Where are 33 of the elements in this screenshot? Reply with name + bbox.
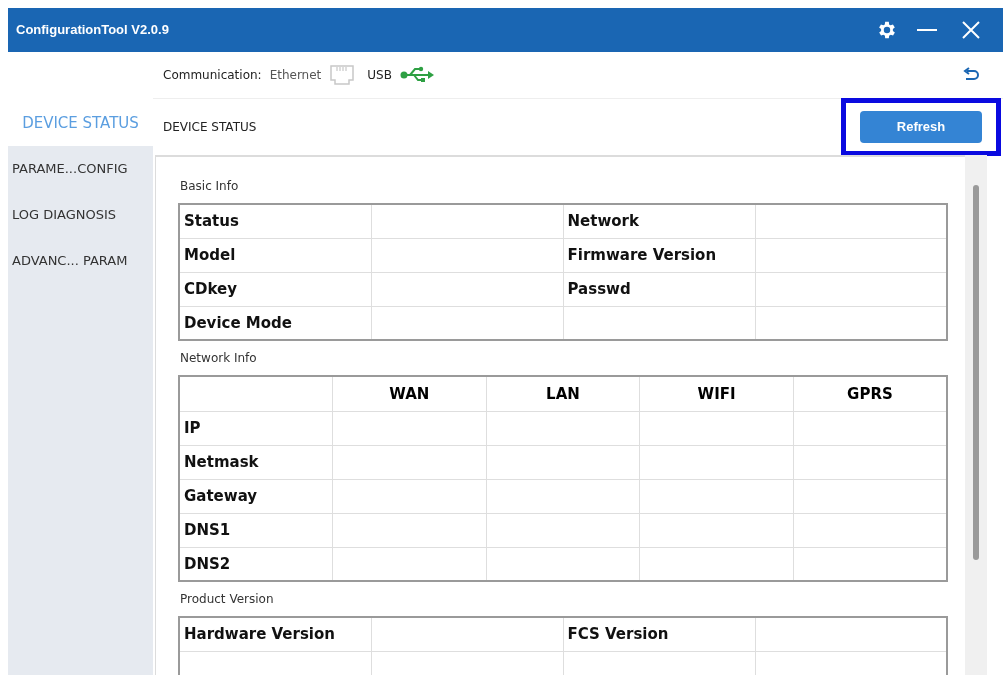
page-title: DEVICE STATUS xyxy=(163,119,257,136)
back-arrow-icon[interactable] xyxy=(963,67,979,83)
section-title: Product Version xyxy=(179,591,275,608)
table-cell: Network xyxy=(563,204,755,238)
refresh-button[interactable]: Refresh xyxy=(860,111,982,143)
section-title: Basic Info xyxy=(179,178,240,195)
table-cell: Netmask xyxy=(179,445,333,479)
table-cell: CDkey xyxy=(179,272,371,306)
table-cell: FCS Version xyxy=(563,617,755,651)
table-cell: Status xyxy=(179,204,371,238)
table-cell: Gateway xyxy=(179,479,333,513)
usb-icon xyxy=(399,65,436,85)
table-cell: Hardware Version xyxy=(179,617,371,651)
window-title: ConfigurationTool V2.0.9 xyxy=(16,21,169,40)
communication-option[interactable]: USB xyxy=(367,66,392,84)
table-cell: Passwd xyxy=(563,272,755,306)
minimize-icon[interactable] xyxy=(917,28,937,32)
ethernet-port-icon xyxy=(329,64,356,86)
scrollbar[interactable] xyxy=(965,155,987,675)
column-header: WIFI xyxy=(639,376,794,411)
section-title: Network Info xyxy=(179,350,258,367)
table-cell: IP xyxy=(179,411,333,445)
sidebar-item[interactable]: LOG DIAGNOSIS xyxy=(8,192,153,238)
column-header: LAN xyxy=(486,376,640,411)
communication-option[interactable]: Ethernet xyxy=(269,66,322,84)
close-icon[interactable] xyxy=(961,20,981,40)
table-cell: Firmware Version xyxy=(563,238,755,272)
column-header: WAN xyxy=(332,376,487,411)
communication-label: Communication: xyxy=(163,67,262,84)
table-cell: DNS1 xyxy=(179,513,333,547)
sidebar-item[interactable]: PARAME...CONFIG xyxy=(8,146,153,192)
sidebar-item[interactable]: ADVANC... PARAM xyxy=(8,238,153,284)
table-cell: Model xyxy=(179,238,371,272)
